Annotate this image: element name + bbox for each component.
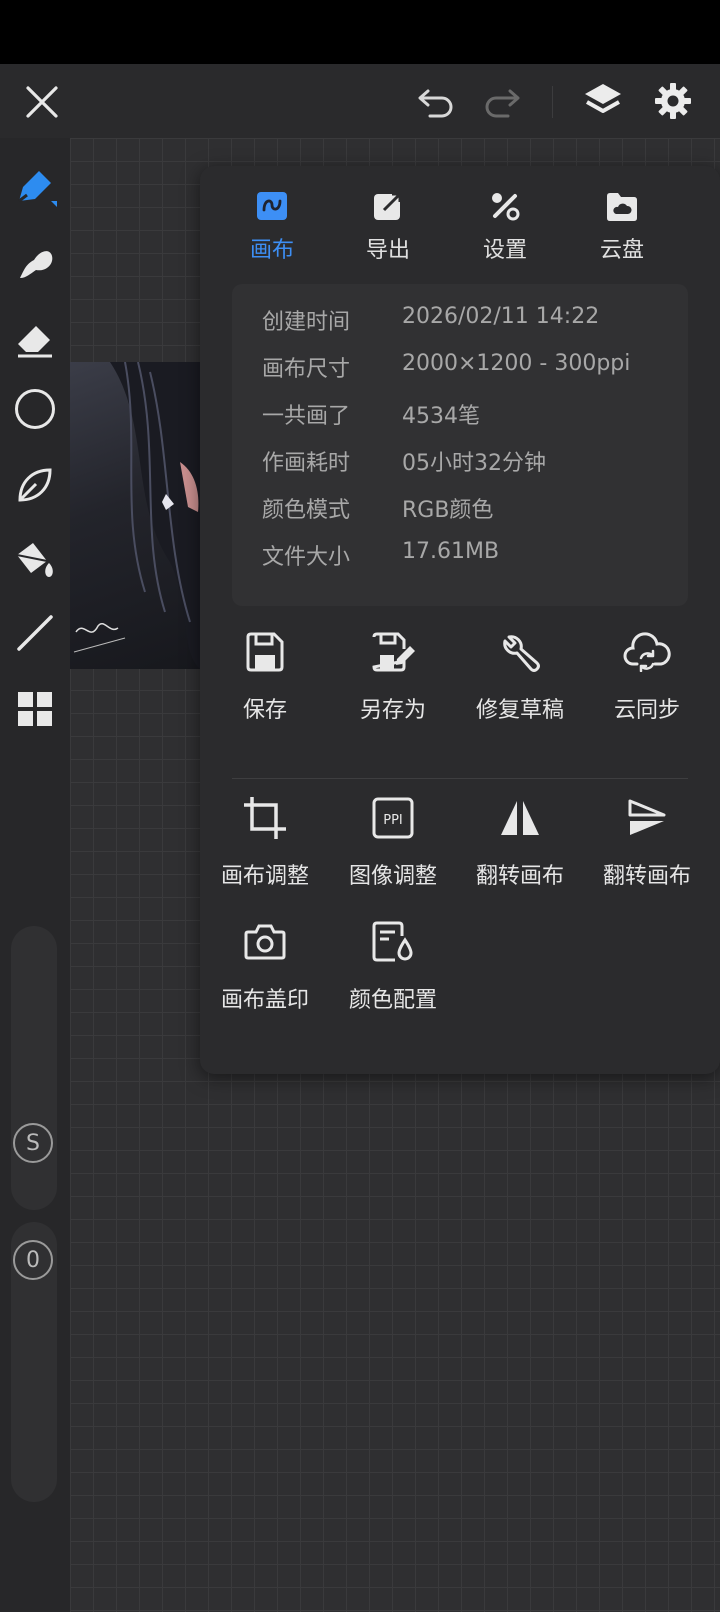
flip-vertical-button[interactable]: 翻转画布 [582, 788, 712, 890]
color-profile-button[interactable]: 颜色配置 [328, 912, 458, 1014]
info-key: 颜色模式 [262, 498, 351, 523]
flip-horizontal-button[interactable]: 翻转画布 [455, 788, 585, 890]
tab-label: 设置 [482, 238, 527, 263]
svg-text:PPI: PPI [383, 813, 403, 828]
save-button[interactable]: 保存 [200, 622, 330, 724]
info-value: 2000×1200 - 300ppi [402, 351, 631, 376]
tab-cloud-drive[interactable]: 云盘 [562, 184, 682, 274]
status-bar [0, 0, 720, 64]
flip-vertical-icon [628, 799, 666, 835]
wrench-icon [503, 635, 540, 672]
opacity-indicator: 0 [13, 1240, 53, 1280]
canvas-info-box: 创建时间 2026/02/11 14:22 画布尺寸 2000×1200 - 300… [232, 284, 688, 606]
info-row: 画布尺寸 2000×1200 - 300ppi [262, 351, 630, 391]
brush-size-slider[interactable] [11, 926, 57, 1210]
layers-icon[interactable] [578, 76, 628, 126]
action-label: 另存为 [359, 698, 426, 723]
action-label: 保存 [242, 698, 287, 723]
top-toolbar [0, 64, 720, 138]
info-key: 一共画了 [262, 404, 351, 429]
tab-label: 导出 [365, 238, 410, 263]
image-adjust-button[interactable]: PPI 图像调整 [328, 788, 458, 890]
info-value: 17.61MB [402, 539, 500, 564]
info-value: RGB颜色 [402, 498, 494, 523]
flip-horizontal-icon [501, 801, 539, 835]
grid-icon[interactable] [10, 684, 60, 734]
repair-draft-button[interactable]: 修复草稿 [455, 622, 585, 724]
tab-canvas[interactable]: 画布 [212, 184, 332, 274]
action-label: 翻转画布 [602, 864, 691, 889]
panel-tabs: 画布 导出 设置 云盘 [200, 184, 720, 274]
info-row: 作画耗时 05小时32分钟 [262, 445, 546, 485]
canvas-adjust-button[interactable]: 画布调整 [200, 788, 330, 890]
crop-icon [244, 797, 286, 839]
cloud-folder-icon [607, 193, 637, 221]
info-row: 文件大小 17.61MB [262, 539, 499, 579]
save-as-button[interactable]: 另存为 [328, 622, 458, 724]
action-label: 画布盖印 [220, 988, 309, 1013]
canvas-stamp-button[interactable]: 画布盖印 [200, 912, 330, 1014]
toolbar-divider [552, 86, 553, 118]
info-key: 作画耗时 [262, 451, 351, 476]
size-label: S [26, 1130, 40, 1156]
gear-icon[interactable] [648, 76, 698, 126]
info-key: 创建时间 [262, 310, 351, 335]
save-as-icon [372, 632, 415, 672]
tab-label: 画布 [249, 238, 294, 263]
info-value: 2026/02/11 14:22 [402, 304, 600, 329]
size-indicator: S [13, 1123, 53, 1163]
tools-icon [492, 193, 520, 221]
save-icon [246, 632, 284, 672]
action-label: 修复草稿 [475, 698, 564, 723]
tab-label: 云盘 [599, 238, 644, 263]
fill-bucket-icon[interactable] [10, 534, 60, 584]
tab-export[interactable]: 导出 [328, 184, 448, 274]
eraser-icon[interactable] [10, 314, 60, 364]
export-icon [374, 192, 402, 220]
action-label: 图像调整 [348, 864, 437, 889]
color-profile-icon [372, 921, 413, 962]
action-label: 翻转画布 [475, 864, 564, 889]
action-label: 画布调整 [220, 864, 309, 889]
action-label: 颜色配置 [348, 988, 437, 1013]
info-row: 一共画了 4534笔 [262, 398, 480, 438]
info-value: 4534笔 [402, 404, 480, 429]
undo-icon[interactable] [412, 78, 460, 126]
info-key: 文件大小 [262, 545, 351, 570]
info-row: 颜色模式 RGB颜色 [262, 492, 493, 532]
panel-divider [232, 778, 688, 779]
redo-icon[interactable] [478, 78, 526, 126]
info-value: 05小时32分钟 [402, 451, 546, 476]
canvas-menu-panel: 画布 导出 设置 云盘 创建时间 2026/02/11 14:22 画布尺寸 200… [200, 166, 720, 1074]
canvas-icon [257, 192, 287, 220]
action-label: 云同步 [613, 698, 680, 723]
camera-icon [244, 924, 286, 960]
line-icon[interactable] [10, 608, 60, 658]
ppi-icon: PPI [372, 797, 414, 839]
close-icon[interactable] [18, 78, 66, 126]
left-toolbar: S 0 [0, 138, 70, 1612]
pen-icon[interactable] [10, 162, 60, 212]
artwork-preview [70, 362, 200, 669]
cloud-sync-icon [623, 632, 671, 672]
cloud-sync-button[interactable]: 云同步 [582, 622, 712, 724]
leaf-brush-icon[interactable] [10, 460, 60, 510]
info-key: 画布尺寸 [262, 357, 351, 382]
tab-settings[interactable]: 设置 [445, 184, 565, 274]
opacity-label: 0 [26, 1247, 40, 1273]
color-circle-icon[interactable] [10, 384, 60, 434]
smudge-icon[interactable] [10, 238, 60, 288]
info-row: 创建时间 2026/02/11 14:22 [262, 304, 599, 344]
